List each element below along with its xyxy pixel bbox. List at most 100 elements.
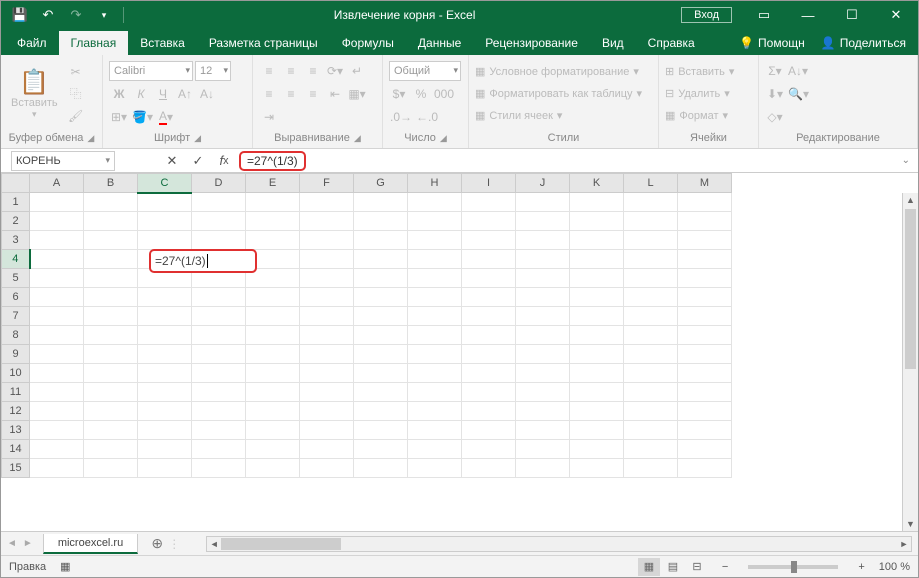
currency-button[interactable]: $▾ (389, 84, 409, 104)
tab-formulas[interactable]: Формулы (330, 31, 406, 55)
cell[interactable] (678, 307, 732, 326)
cell[interactable] (30, 345, 84, 364)
cell[interactable] (678, 269, 732, 288)
orientation-button[interactable]: ⟳▾ (325, 61, 345, 81)
cell[interactable] (300, 421, 354, 440)
cell[interactable] (408, 212, 462, 231)
font-launcher[interactable]: ◢ (194, 133, 201, 144)
cell[interactable] (84, 345, 138, 364)
cell[interactable] (408, 269, 462, 288)
cell[interactable] (408, 402, 462, 421)
row-header[interactable]: 3 (2, 231, 30, 250)
fill-color-button[interactable]: 🪣▾ (131, 107, 154, 127)
cell[interactable] (84, 250, 138, 269)
sheet-nav-prev[interactable]: ◄ (7, 538, 17, 549)
cell[interactable] (462, 459, 516, 478)
undo-button[interactable]: ↶ (35, 3, 61, 27)
cell[interactable] (516, 269, 570, 288)
cell[interactable] (300, 364, 354, 383)
cell[interactable] (300, 269, 354, 288)
cell[interactable] (570, 231, 624, 250)
italic-button[interactable]: К (131, 84, 151, 104)
cell[interactable] (84, 326, 138, 345)
cell[interactable] (246, 288, 300, 307)
row-header[interactable]: 5 (2, 269, 30, 288)
cell[interactable] (84, 459, 138, 478)
decrease-font-button[interactable]: A↓ (197, 84, 217, 104)
cell[interactable] (30, 383, 84, 402)
cell[interactable] (678, 364, 732, 383)
cell[interactable] (624, 440, 678, 459)
expand-formula-bar[interactable]: ⌄ (894, 155, 918, 166)
cell[interactable] (678, 459, 732, 478)
cell[interactable] (462, 231, 516, 250)
tab-insert[interactable]: Вставка (128, 31, 197, 55)
cell[interactable] (30, 307, 84, 326)
cell-styles-button[interactable]: ▦Стили ячеек▾ (475, 107, 652, 125)
copy-button[interactable]: ⿻ (66, 84, 86, 104)
cell[interactable] (84, 193, 138, 212)
cell[interactable] (678, 383, 732, 402)
sheet-tab[interactable]: microexcel.ru (43, 534, 138, 554)
cell[interactable] (354, 364, 408, 383)
cell[interactable] (516, 307, 570, 326)
cancel-formula-button[interactable]: ✕ (159, 151, 185, 171)
tab-view[interactable]: Вид (590, 31, 636, 55)
cell[interactable] (462, 383, 516, 402)
align-middle-button[interactable]: ≡ (281, 61, 301, 81)
cell[interactable] (192, 383, 246, 402)
cell[interactable] (246, 326, 300, 345)
cell[interactable] (516, 231, 570, 250)
column-header[interactable]: L (624, 174, 678, 193)
sheet-nav-next[interactable]: ► (23, 538, 33, 549)
cell[interactable] (516, 193, 570, 212)
cell[interactable] (300, 231, 354, 250)
cell[interactable] (408, 383, 462, 402)
cell[interactable] (30, 326, 84, 345)
sort-filter-button[interactable]: A↓▾ (787, 61, 809, 81)
save-button[interactable]: 💾 (7, 3, 33, 27)
cell[interactable] (678, 288, 732, 307)
cell[interactable] (354, 212, 408, 231)
increase-indent-button[interactable]: ⇥ (259, 107, 279, 127)
cell[interactable] (516, 326, 570, 345)
cell[interactable] (624, 383, 678, 402)
cell[interactable] (678, 193, 732, 212)
conditional-formatting-button[interactable]: ▦Условное форматирование▾ (475, 63, 652, 81)
cell[interactable] (246, 440, 300, 459)
tab-file[interactable]: Файл (5, 31, 59, 55)
cell[interactable] (300, 383, 354, 402)
cell[interactable] (516, 212, 570, 231)
cell[interactable] (570, 364, 624, 383)
formula-input[interactable]: =27^(1/3) (239, 151, 306, 171)
normal-view-button[interactable]: ▦ (638, 558, 660, 576)
cell[interactable] (462, 364, 516, 383)
cell[interactable] (138, 193, 192, 212)
cell[interactable] (354, 288, 408, 307)
cell[interactable] (516, 459, 570, 478)
cell[interactable] (138, 231, 192, 250)
name-box[interactable]: КОРЕНЬ (11, 151, 115, 171)
cell[interactable] (624, 326, 678, 345)
column-header[interactable]: H (408, 174, 462, 193)
cell[interactable] (192, 288, 246, 307)
cell[interactable] (300, 250, 354, 269)
format-as-table-button[interactable]: ▦Форматировать как таблицу▾ (475, 85, 652, 103)
cell[interactable] (462, 307, 516, 326)
clipboard-launcher[interactable]: ◢ (87, 133, 94, 144)
spreadsheet-grid[interactable]: ABCDEFGHIJKLM123456789101112131415 =27^(… (1, 173, 918, 531)
align-center-button[interactable]: ≡ (281, 84, 301, 104)
cell[interactable] (84, 421, 138, 440)
cell[interactable] (192, 345, 246, 364)
cell[interactable] (354, 307, 408, 326)
increase-font-button[interactable]: A↑ (175, 84, 195, 104)
cell[interactable] (84, 269, 138, 288)
cell[interactable] (516, 440, 570, 459)
column-header[interactable]: M (678, 174, 732, 193)
cell[interactable] (138, 421, 192, 440)
page-break-view-button[interactable]: ⊟ (686, 558, 708, 576)
cell[interactable] (30, 231, 84, 250)
cell[interactable] (570, 383, 624, 402)
cell[interactable] (462, 440, 516, 459)
row-header[interactable]: 7 (2, 307, 30, 326)
